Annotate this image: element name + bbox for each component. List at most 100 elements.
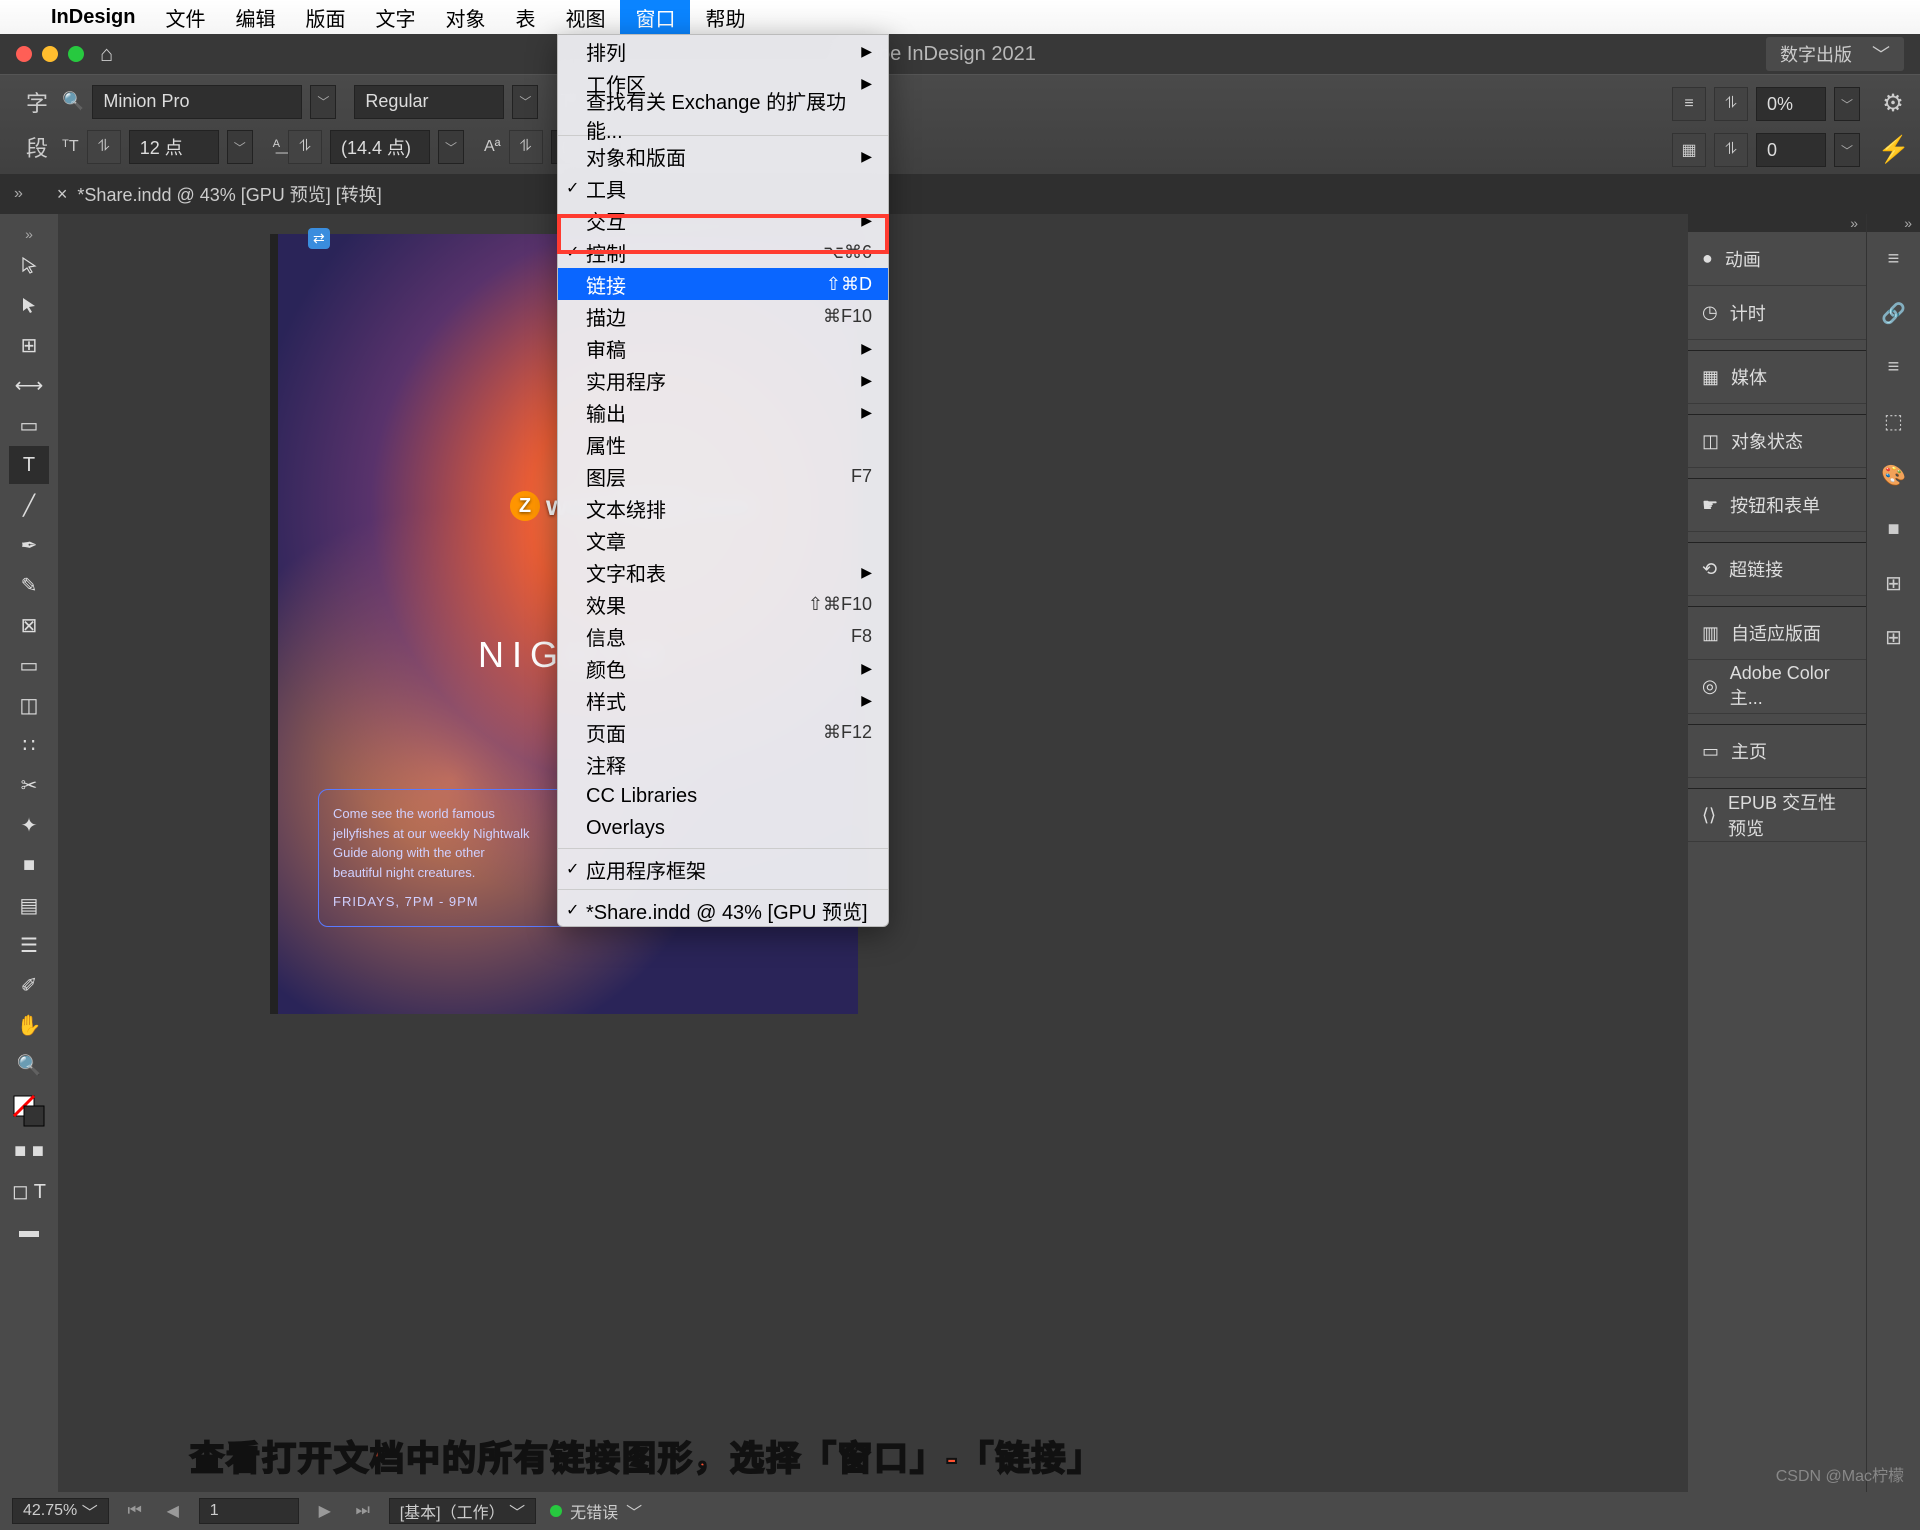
- menu-item-颜色[interactable]: 颜色▶: [558, 652, 888, 684]
- screen-mode-tool[interactable]: ▬: [9, 1212, 49, 1250]
- preferences-icon[interactable]: ⚙: [1876, 86, 1910, 120]
- menu-item-排列[interactable]: 排列▶: [558, 35, 888, 67]
- minimize-window-button[interactable]: [42, 46, 58, 62]
- format-container-tool[interactable]: ◻ T: [9, 1172, 49, 1210]
- expand-tools-icon[interactable]: »: [9, 224, 49, 244]
- line-tool[interactable]: ╱: [9, 486, 49, 524]
- para-mode-button[interactable]: 段: [26, 131, 48, 163]
- menu-window[interactable]: 窗口: [620, 0, 690, 34]
- panel-rail-icon[interactable]: ■: [1874, 502, 1914, 556]
- menu-item-CC Libraries[interactable]: CC Libraries: [558, 780, 888, 812]
- content-collector-tool[interactable]: ▭: [9, 406, 49, 444]
- pencil-tool[interactable]: ✎: [9, 566, 49, 604]
- panel-按钮和表单[interactable]: ☛按钮和表单: [1688, 478, 1866, 532]
- zero-stepper[interactable]: ⥮: [1714, 133, 1748, 167]
- fill-stroke-swatch[interactable]: [9, 1092, 49, 1130]
- menu-item-控制[interactable]: ✓控制⌥⌘6: [558, 236, 888, 268]
- menu-item-应用程序框架[interactable]: ✓应用程序框架: [558, 853, 888, 885]
- panel-rail-icon[interactable]: ⊞: [1874, 556, 1914, 610]
- panel-rail-icon[interactable]: 🔗: [1874, 286, 1914, 340]
- close-window-button[interactable]: [16, 46, 32, 62]
- font-style-dropdown[interactable]: ﹀: [512, 85, 538, 119]
- rectangle-frame-tool[interactable]: ⊠: [9, 606, 49, 644]
- panel-对象状态[interactable]: ◫对象状态: [1688, 414, 1866, 468]
- zoom-tool[interactable]: 🔍: [9, 1046, 49, 1084]
- char-mode-button[interactable]: 字: [26, 86, 48, 118]
- baseline-stepper[interactable]: ⥮: [509, 130, 543, 164]
- menu-item-文字和表[interactable]: 文字和表▶: [558, 556, 888, 588]
- panel-rail-icon[interactable]: ≡: [1874, 232, 1914, 286]
- panel-超链接[interactable]: ⟲超链接: [1688, 542, 1866, 596]
- menu-help[interactable]: 帮助: [690, 0, 760, 34]
- shape-tool[interactable]: ◫: [9, 686, 49, 724]
- menu-view[interactable]: 视图: [550, 0, 620, 34]
- zero-dropdown[interactable]: ﹀: [1834, 133, 1860, 167]
- size-stepper[interactable]: ⥮: [87, 130, 121, 164]
- menu-item-注释[interactable]: 注释: [558, 748, 888, 780]
- font-size-dropdown[interactable]: ﹀: [227, 130, 253, 164]
- menu-item-属性[interactable]: 属性: [558, 428, 888, 460]
- percent-dropdown[interactable]: ﹀: [1834, 87, 1860, 121]
- panel-计时[interactable]: ◷计时: [1688, 286, 1866, 340]
- gradient-feather-tool[interactable]: ▤: [9, 886, 49, 924]
- pen-tool[interactable]: ✒: [9, 526, 49, 564]
- menu-object[interactable]: 对象: [430, 0, 500, 34]
- tab-close-icon[interactable]: ×: [57, 184, 68, 205]
- menu-item-图层[interactable]: 图层F7: [558, 460, 888, 492]
- home-icon[interactable]: ⌂: [100, 41, 113, 67]
- menu-item-页面[interactable]: 页面⌘F12: [558, 716, 888, 748]
- leading-input[interactable]: [330, 130, 430, 164]
- expand-tabs-icon[interactable]: »: [14, 185, 23, 203]
- menu-file[interactable]: 文件: [150, 0, 220, 34]
- scissors-tool[interactable]: ✂: [9, 766, 49, 804]
- menu-item-样式[interactable]: 样式▶: [558, 684, 888, 716]
- document-tab[interactable]: × *Share.indd @ 43% [GPU 预览] [转换]: [43, 181, 396, 207]
- color-theme-tool[interactable]: ■ ■: [9, 1132, 49, 1170]
- font-style-input[interactable]: [354, 85, 504, 119]
- panel-rail-icon[interactable]: ⊞: [1874, 610, 1914, 664]
- align-icon[interactable]: ≡: [1672, 87, 1706, 121]
- menu-item-工具[interactable]: ✓工具: [558, 172, 888, 204]
- collapse-panels-icon[interactable]: »: [1688, 214, 1866, 232]
- panel-动画[interactable]: ●动画: [1688, 232, 1866, 286]
- font-family-dropdown[interactable]: ﹀: [310, 85, 336, 119]
- percent-input[interactable]: [1756, 87, 1826, 121]
- menu-item-实用程序[interactable]: 实用程序▶: [558, 364, 888, 396]
- menu-edit[interactable]: 编辑: [220, 0, 290, 34]
- page-tool[interactable]: ⊞: [9, 326, 49, 364]
- panel-rail-icon[interactable]: 🎨: [1874, 448, 1914, 502]
- panel-主页[interactable]: ▭主页: [1688, 724, 1866, 778]
- menu-item-查找有关 Exchange 的扩展功能...[interactable]: 查找有关 Exchange 的扩展功能...: [558, 99, 888, 131]
- menu-layout[interactable]: 版面: [290, 0, 360, 34]
- menu-type[interactable]: 文字: [360, 0, 430, 34]
- menu-item-审稿[interactable]: 审稿▶: [558, 332, 888, 364]
- menu-item-输出[interactable]: 输出▶: [558, 396, 888, 428]
- page-number[interactable]: 1: [199, 1498, 299, 1524]
- menu-item-信息[interactable]: 信息F8: [558, 620, 888, 652]
- first-page-button[interactable]: ⏮: [123, 1499, 147, 1523]
- panel-rail-icon[interactable]: ≡: [1874, 340, 1914, 394]
- menu-item-文章[interactable]: 文章: [558, 524, 888, 556]
- prev-page-button[interactable]: ◀: [161, 1499, 185, 1523]
- eyedropper-tool[interactable]: ✐: [9, 966, 49, 1004]
- menu-item-对象和版面[interactable]: 对象和版面▶: [558, 140, 888, 172]
- hand-tool[interactable]: ✋: [9, 1006, 49, 1044]
- panel-媒体[interactable]: ▦媒体: [1688, 350, 1866, 404]
- gradient-swatch-tool[interactable]: ■: [9, 846, 49, 884]
- note-tool[interactable]: ☰: [9, 926, 49, 964]
- panel-自适应版面[interactable]: ▥自适应版面: [1688, 606, 1866, 660]
- font-size-input[interactable]: [129, 130, 219, 164]
- font-family-input[interactable]: [92, 85, 302, 119]
- next-page-button[interactable]: ▶: [313, 1499, 337, 1523]
- layout-preset[interactable]: [基本]（工作） ﹀: [389, 1498, 536, 1524]
- menu-item-交互[interactable]: 交互▶: [558, 204, 888, 236]
- type-tool[interactable]: T: [9, 446, 49, 484]
- zero-input[interactable]: [1756, 133, 1826, 167]
- gap-tool[interactable]: ⟷: [9, 366, 49, 404]
- percent-stepper[interactable]: ⥮: [1714, 87, 1748, 121]
- zoom-level[interactable]: 42.75% ﹀: [12, 1498, 109, 1524]
- grid-icon[interactable]: ▦: [1672, 133, 1706, 167]
- doc-text-frame[interactable]: Come see the world famous jellyfishes at…: [318, 789, 568, 927]
- menu-item-Overlays[interactable]: Overlays: [558, 812, 888, 844]
- maximize-window-button[interactable]: [68, 46, 84, 62]
